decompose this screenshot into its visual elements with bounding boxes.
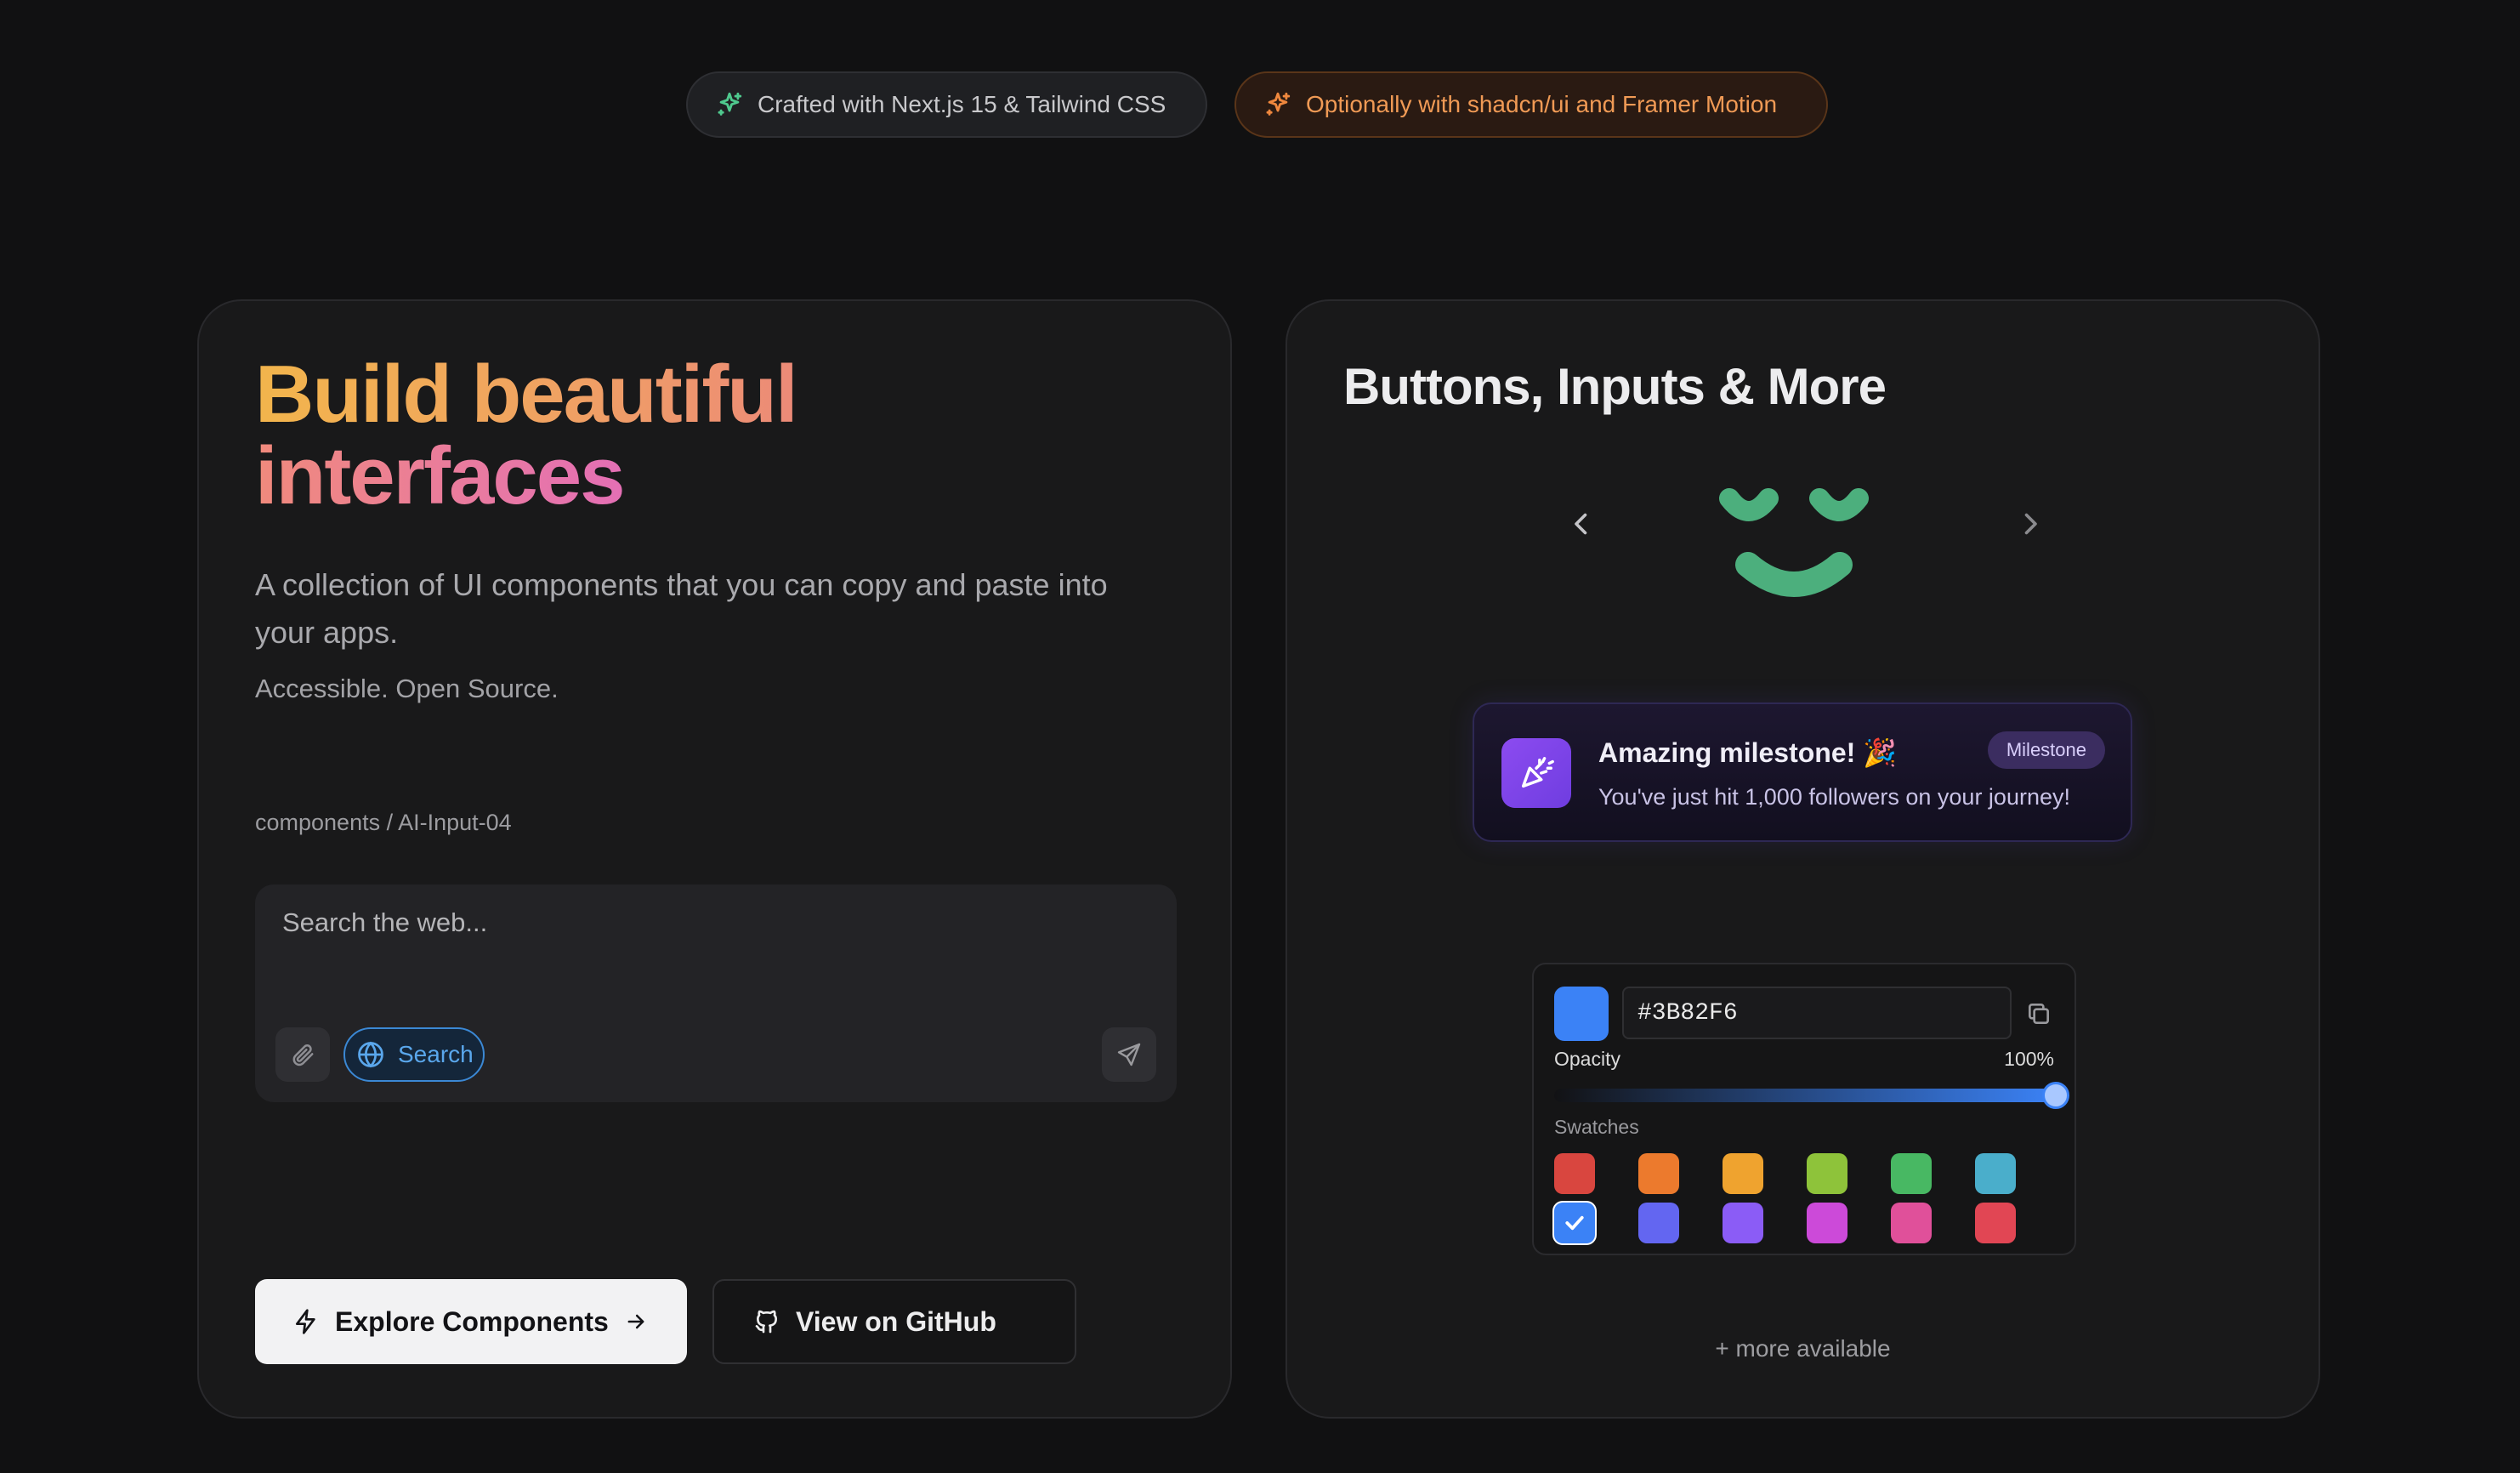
showcase-title: Buttons, Inputs & More [1343, 358, 1887, 415]
toast-badge: Milestone [1987, 731, 2105, 769]
milestone-toast: Amazing milestone! 🎉 Milestone You've ju… [1473, 702, 2132, 842]
chevron-right-icon [2024, 513, 2037, 535]
optional-badge: Optionally with shadcn/ui and Framer Mot… [1234, 71, 1828, 138]
web-search-toggle[interactable]: Search [343, 1027, 485, 1082]
view-github-label: View on GitHub [796, 1305, 996, 1337]
attach-button[interactable] [275, 1027, 330, 1082]
opacity-label: Opacity [1554, 1048, 1620, 1070]
smiley-face-icon [1719, 488, 1869, 597]
color-swatch[interactable] [1554, 1153, 1595, 1194]
color-swatch[interactable] [1807, 1203, 1847, 1243]
copy-icon [2029, 1004, 2049, 1024]
color-swatch[interactable] [1891, 1153, 1932, 1194]
sparkle-icon [718, 92, 742, 116]
swatches-label: Swatches [1554, 1116, 1639, 1138]
color-swatch[interactable] [1975, 1153, 2016, 1194]
search-input[interactable] [282, 903, 1132, 942]
color-picker: Opacity 100% Swatches [1532, 963, 2076, 1255]
explore-components-label: Explore Components [335, 1305, 609, 1337]
color-swatch[interactable] [1638, 1153, 1679, 1194]
view-github-button[interactable]: View on GitHub [712, 1279, 1076, 1364]
color-swatch[interactable] [1723, 1203, 1763, 1243]
showcase-card: Buttons, Inputs & More Amazing milestone… [1286, 299, 2320, 1419]
send-icon [1117, 1043, 1141, 1066]
explore-components-button[interactable]: Explore Components [255, 1279, 687, 1364]
copy-button[interactable] [2022, 997, 2056, 1031]
color-swatch[interactable] [1975, 1203, 2016, 1243]
opacity-slider[interactable] [1554, 1082, 2069, 1109]
paperclip-icon [292, 1044, 314, 1066]
toast-message: You've just hit 1,000 followers on your … [1598, 784, 2070, 810]
party-popper-icon [1501, 738, 1571, 808]
opacity-value: 100% [2004, 1048, 2054, 1070]
sparkle-icon [1266, 92, 1291, 116]
lightning-icon [296, 1309, 315, 1334]
web-search-label: Search [398, 1041, 474, 1067]
more-available-text: + more available [1715, 1335, 1891, 1362]
color-swatch[interactable] [1807, 1153, 1847, 1194]
globe-icon [358, 1041, 383, 1068]
check-icon [1565, 1215, 1584, 1231]
color-swatch[interactable] [1638, 1203, 1679, 1243]
hex-input[interactable] [1622, 987, 2012, 1039]
toast-title: Amazing milestone! 🎉 [1598, 737, 1897, 768]
hero-description: A collection of UI components that you c… [255, 567, 1108, 650]
breadcrumb: components / AI-Input-04 [255, 810, 512, 835]
color-preview-swatch[interactable] [1554, 987, 1609, 1041]
optional-badge-label: Optionally with shadcn/ui and Framer Mot… [1306, 91, 1778, 117]
carousel-prev-button[interactable] [1561, 503, 1602, 544]
hero-card: Build beautiful interfaces A collection … [197, 299, 1232, 1419]
color-swatch[interactable] [1723, 1153, 1763, 1194]
color-swatch[interactable] [1554, 1203, 1595, 1243]
hero-title: Build beautiful interfaces [255, 354, 1020, 517]
ai-input-box: Search [255, 884, 1177, 1102]
opacity-slider-thumb[interactable] [2042, 1082, 2069, 1109]
carousel-next-button[interactable] [2010, 503, 2051, 544]
hero-title-line-1: Build beautiful [255, 349, 798, 440]
tech-badge-label: Crafted with Next.js 15 & Tailwind CSS [758, 91, 1166, 117]
tech-badge: Crafted with Next.js 15 & Tailwind CSS [686, 71, 1207, 138]
hero-title-line-2: interfaces [255, 430, 626, 521]
hero-subtext: Accessible. Open Source. [255, 674, 559, 703]
swatch-grid [1554, 1153, 2056, 1243]
color-swatch[interactable] [1891, 1203, 1932, 1243]
arrow-right-icon [627, 1314, 644, 1329]
chevron-left-icon [1575, 513, 1587, 535]
github-icon [755, 1310, 777, 1334]
send-button[interactable] [1102, 1027, 1156, 1082]
